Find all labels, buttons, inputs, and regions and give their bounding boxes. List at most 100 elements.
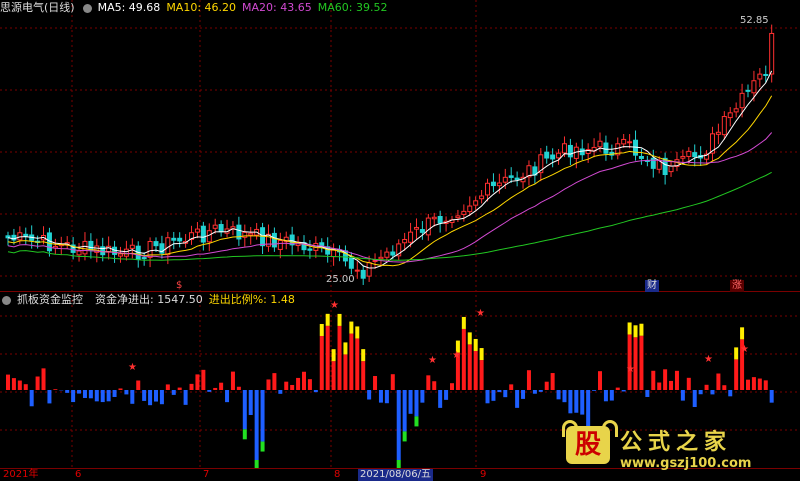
signal-star: ★ [626, 364, 635, 375]
indicator-bar-red [474, 351, 478, 390]
indicator-bar-red [201, 370, 205, 390]
ma10-line [8, 96, 772, 266]
candle-body [758, 74, 762, 79]
candle-body [420, 230, 424, 233]
indicator-bar-red [426, 375, 430, 390]
indicator-bar-blue [47, 390, 51, 403]
indicator-title: 抓板资金监控 [17, 293, 83, 307]
indicator-bar-yellow [468, 332, 472, 344]
indicator-bar-red [373, 376, 377, 390]
indicator-bar-red [758, 379, 762, 390]
indicator-bar-blue [243, 390, 247, 429]
signal-star: ★ [330, 300, 339, 311]
indicator-bar-yellow [474, 339, 478, 351]
indicator-bar-blue [314, 390, 318, 392]
indicator-bar-yellow [320, 324, 324, 336]
indicator-bar-yellow [480, 348, 484, 360]
axis-label-jul: 7 [203, 469, 209, 481]
indicator-bar-green [403, 431, 407, 441]
signal-star: ★ [740, 344, 749, 355]
indicator-bar-blue [622, 390, 626, 391]
dividend-marker[interactable]: $ [174, 280, 184, 292]
indicator-bar-blue [533, 390, 537, 394]
indicator-bar-yellow [332, 349, 336, 361]
indicator-bar-red [509, 384, 513, 390]
indicator-bar-blue [107, 390, 111, 401]
candle-body [272, 233, 276, 247]
indicator-bar-red [432, 381, 436, 390]
indicator-bar-blue [397, 390, 401, 460]
candle-body [716, 132, 720, 134]
candle-body [545, 152, 549, 158]
indicator-bar-red [53, 389, 57, 390]
indicator-bar-blue [65, 390, 69, 393]
candle-body [403, 240, 407, 243]
indicator-bar-red [764, 380, 768, 390]
indicator-bar-blue [101, 390, 105, 402]
indicator-bar-blue [148, 390, 152, 405]
indicator-bar-red [213, 388, 217, 390]
indicator-bar-red [302, 372, 306, 390]
indicator-bar-red [332, 361, 336, 390]
indicator-bar-blue [225, 390, 229, 402]
candle-body [740, 93, 744, 107]
candle-body [438, 216, 442, 222]
ma60-line [8, 172, 772, 260]
indicator-bar-blue [770, 390, 774, 403]
indicator-bar-red [651, 371, 655, 390]
indicator-bar-blue [568, 390, 572, 413]
indicator-bar-red [12, 378, 16, 390]
candle-body [722, 117, 726, 135]
indicator-bar-red [343, 354, 347, 390]
indicator-bar-blue [699, 390, 703, 394]
candle-body [622, 139, 626, 143]
indicator-bar-yellow [343, 342, 347, 354]
candle-body [154, 242, 158, 246]
indicator-bar-green [243, 429, 247, 439]
indicator-bar-blue [95, 390, 99, 401]
indicator-bar-blue [491, 390, 495, 401]
indicator-bar-red [18, 381, 22, 390]
candle-body [195, 229, 199, 232]
candle-body [503, 177, 507, 182]
candle-body [308, 249, 312, 250]
indicator-bar-red [284, 382, 288, 390]
indicator-settings-icon[interactable] [2, 296, 11, 305]
indicator-bar-red [42, 368, 46, 390]
indicator-bar-blue [71, 390, 75, 402]
indicator-bar-blue [610, 390, 614, 401]
indicator-bar-red [705, 385, 709, 390]
indicator-bar-red [675, 371, 679, 390]
indicator-bar-yellow [628, 322, 632, 334]
candle-body [557, 153, 561, 158]
indicator-bar-red [734, 359, 738, 390]
chart-canvas[interactable]: ★★★★★★★★ [0, 0, 800, 468]
settings-icon[interactable] [83, 4, 92, 13]
candle-body [409, 232, 413, 242]
indicator-bar-green [255, 460, 259, 468]
indicator-bar-red [545, 382, 549, 390]
ma5-label: MA5: 49.68 [98, 1, 161, 15]
earnings-marker[interactable]: 财 [645, 280, 659, 292]
indicator-bar-blue [557, 390, 561, 399]
indicator-bar-red [746, 380, 750, 390]
main-chart-header: 思源电气(日线) MA5: 49.68 MA10: 46.20 MA20: 43… [0, 1, 387, 15]
indicator-header: 抓板资金监控 资金净进出: 1547.50 进出比例%: 1.48 [0, 293, 295, 307]
candle-body [379, 257, 383, 258]
axis-label-year: 2021年 [3, 469, 38, 481]
candle-body [764, 74, 768, 75]
indicator-bar-blue [681, 390, 685, 401]
indicator-bar-blue [710, 390, 714, 394]
indicator-bar-blue [89, 390, 93, 398]
indicator-bar-blue [580, 390, 584, 415]
indicator-bar-blue [486, 390, 490, 403]
indicator-bar-blue [521, 390, 525, 399]
logo-name: 公式之家 [620, 424, 732, 456]
indicator-bar-red [272, 373, 276, 390]
limit-up-marker[interactable]: 涨 [730, 280, 744, 292]
candle-body [349, 258, 353, 268]
logo-icon: 股 [566, 426, 610, 464]
indicator-bar-red [450, 383, 454, 390]
indicator-bar-blue [113, 390, 117, 397]
candle-body [491, 182, 495, 185]
